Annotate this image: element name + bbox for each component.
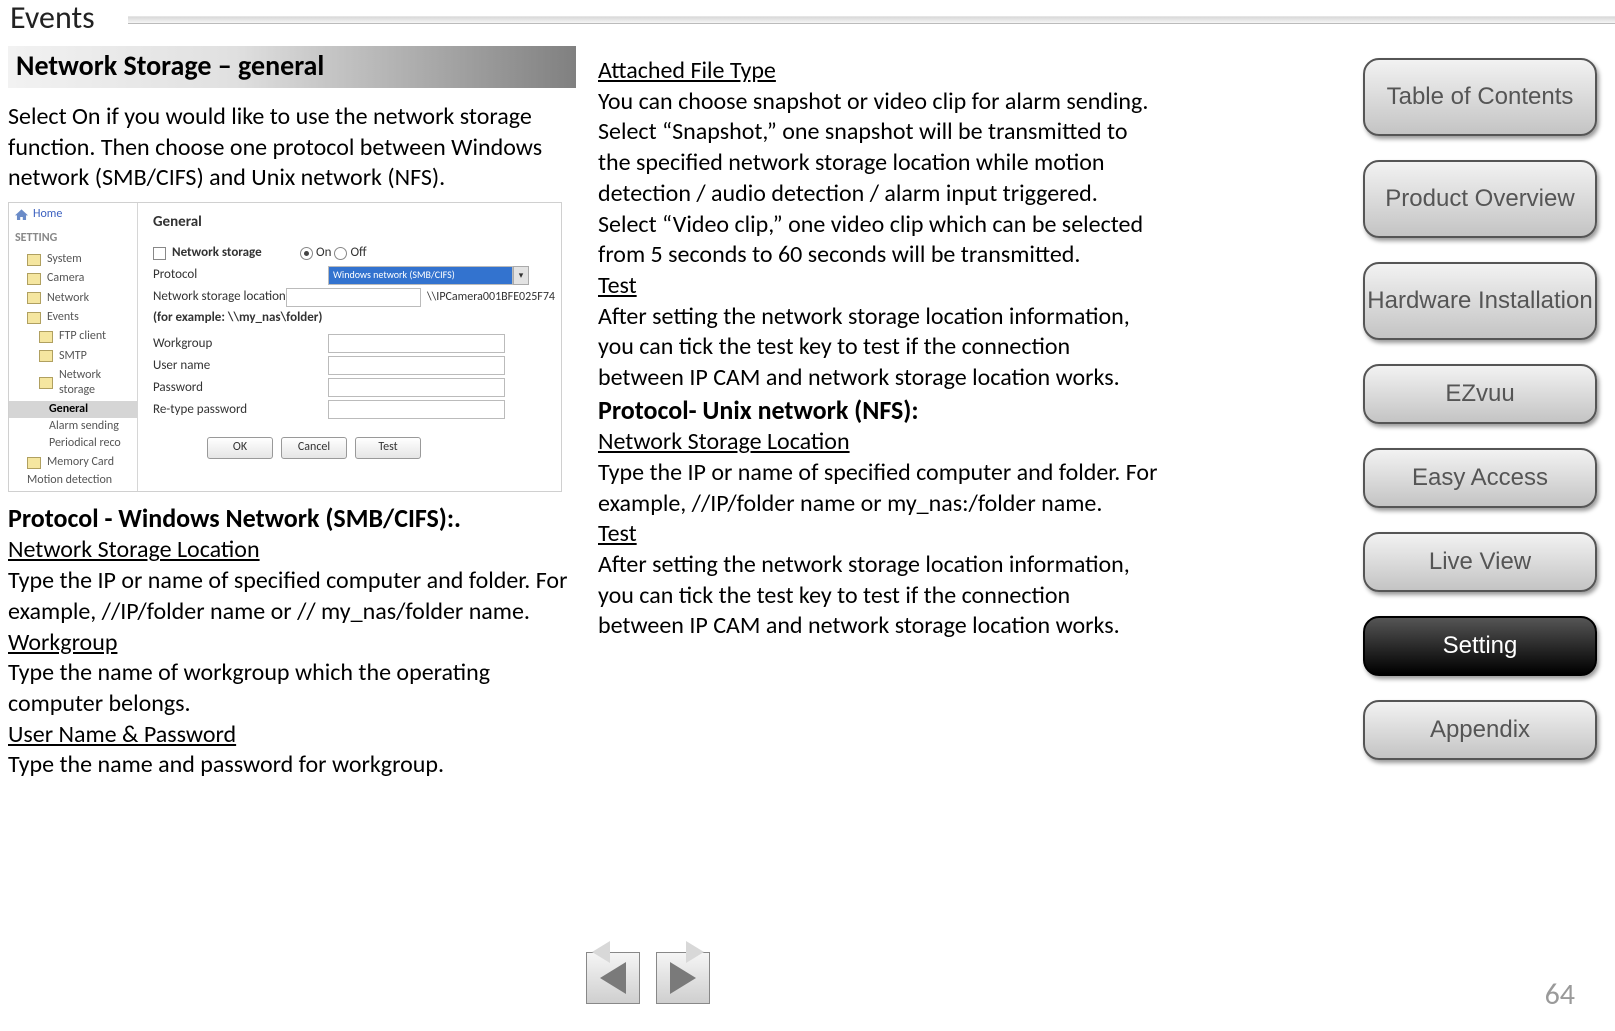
nav-appendix[interactable]: Appendix — [1363, 700, 1597, 760]
arrow-left-icon — [600, 962, 626, 994]
section-heading: Network Storage – general — [8, 46, 576, 88]
next-page-button[interactable] — [656, 952, 710, 1004]
para-test2: After setting the network storage locati… — [598, 550, 1158, 642]
shot-item-camera: Camera — [9, 269, 137, 288]
nav-hardware-installation[interactable]: Hardware Installation — [1363, 262, 1597, 340]
shot-form: General Network storage On Off Protocol … — [153, 213, 555, 459]
heading-nsl: Network Storage Location — [8, 535, 568, 566]
folder-icon — [39, 331, 53, 343]
folder-icon — [39, 350, 53, 362]
shot-item-events: Events — [9, 308, 137, 327]
nav-toc[interactable]: Table of Contents — [1363, 58, 1597, 136]
right-column: Attached File Type You can choose snapsh… — [598, 56, 1158, 781]
shot-protocol-select: Windows network (SMB/CIFS) — [328, 266, 513, 285]
intro-paragraph: Select On if you would like to use the n… — [8, 102, 568, 194]
shot-protocol-row: Protocol Windows network (SMB/CIFS) ▾ — [153, 264, 555, 286]
shot-ok-button: OK — [207, 437, 273, 459]
shot-home-label: Home — [33, 207, 62, 222]
arrow-right-icon — [670, 962, 696, 994]
shot-test-button: Test — [355, 437, 421, 459]
folder-icon — [27, 312, 41, 324]
shot-item-system: System — [9, 250, 137, 269]
folder-icon — [27, 457, 41, 469]
shot-rpw-input — [328, 400, 505, 419]
settings-screenshot: Home SETTING System Camera Network Event… — [8, 202, 562, 492]
heading-nsl2: Network Storage Location — [598, 427, 1158, 458]
folder-icon — [27, 254, 41, 266]
para-nsl2: Type the IP or name of specified compute… — [598, 458, 1158, 519]
header-bar: Events — [0, 0, 1615, 34]
shot-ns-alarm: Alarm sending — [9, 418, 137, 435]
shot-ns-toggle: Network storage On Off — [153, 242, 555, 264]
pager — [586, 952, 710, 1004]
shot-item-network: Network — [9, 289, 137, 308]
nav-live-view[interactable]: Live View — [1363, 532, 1597, 592]
checkbox-icon — [153, 247, 166, 260]
page-title: Events — [10, 0, 95, 37]
nav-easy-access[interactable]: Easy Access — [1363, 448, 1597, 508]
para-workgroup: Type the name of workgroup which the ope… — [8, 658, 568, 719]
radio-on-icon — [300, 247, 313, 260]
shot-item-memory: Memory Card — [9, 453, 137, 472]
header-divider — [128, 16, 1615, 24]
content-columns: Network Storage – general Select On if y… — [8, 46, 1158, 781]
para-nsl: Type the IP or name of specified compute… — [8, 566, 568, 627]
page: Events Network Storage – general Select … — [0, 0, 1615, 1031]
shot-nsl-input — [286, 288, 421, 307]
para-userpass: Type the name and password for workgroup… — [8, 750, 568, 781]
radio-off-icon — [334, 247, 347, 260]
nav-setting[interactable]: Setting — [1363, 616, 1597, 676]
shot-nsl-row: Network storage location \\IPCamera001BF… — [153, 286, 555, 308]
shot-sub-ns: Network storage — [9, 366, 137, 401]
heading-nfs: Protocol- Unix network (NFS): — [598, 394, 1158, 427]
shot-sub-ftp: FTP client — [9, 327, 137, 346]
nav-product-overview[interactable]: Product Overview — [1363, 160, 1597, 238]
prev-page-button[interactable] — [586, 952, 640, 1004]
shot-sub-smtp: SMTP — [9, 347, 137, 366]
nav-ezvuu[interactable]: EZvuu — [1363, 364, 1597, 424]
shot-home: Home — [9, 203, 137, 226]
shot-form-title: General — [153, 213, 555, 232]
shot-sidebar: Home SETTING System Camera Network Event… — [9, 203, 138, 491]
shot-cancel-button: Cancel — [281, 437, 347, 459]
left-column: Network Storage – general Select On if y… — [8, 46, 568, 781]
chevron-down-icon: ▾ — [513, 266, 529, 285]
shot-un-input — [328, 356, 505, 375]
shot-wg-input — [328, 334, 505, 353]
shot-example: (for example: \\my_nas\folder) — [153, 310, 555, 327]
folder-icon — [27, 292, 41, 304]
shot-pw-input — [328, 378, 505, 397]
heading-aft: Attached File Type — [598, 56, 1158, 87]
heading-test2: Test — [598, 519, 1158, 550]
heading-userpass: User Name & Password — [8, 720, 568, 751]
shot-ns-periodical: Periodical reco — [9, 435, 137, 452]
folder-icon — [27, 273, 41, 285]
heading-test1: Test — [598, 271, 1158, 302]
para-aft: You can choose snapshot or video clip fo… — [598, 87, 1158, 271]
nav-sidebar: Table of Contents Product Overview Hardw… — [1363, 58, 1603, 784]
para-test1: After setting the network storage locati… — [598, 302, 1158, 394]
page-number: 64 — [1545, 976, 1575, 1013]
shot-button-row: OK Cancel Test — [153, 437, 555, 459]
shot-setting-label: SETTING — [9, 227, 137, 250]
heading-workgroup: Workgroup — [8, 628, 568, 659]
shot-item-motion: Motion detection — [9, 472, 137, 489]
heading-smb: Protocol - Windows Network (SMB/CIFS):. — [8, 502, 568, 535]
shot-ns-general: General — [9, 401, 137, 418]
home-icon — [15, 209, 28, 220]
folder-icon — [39, 377, 53, 389]
